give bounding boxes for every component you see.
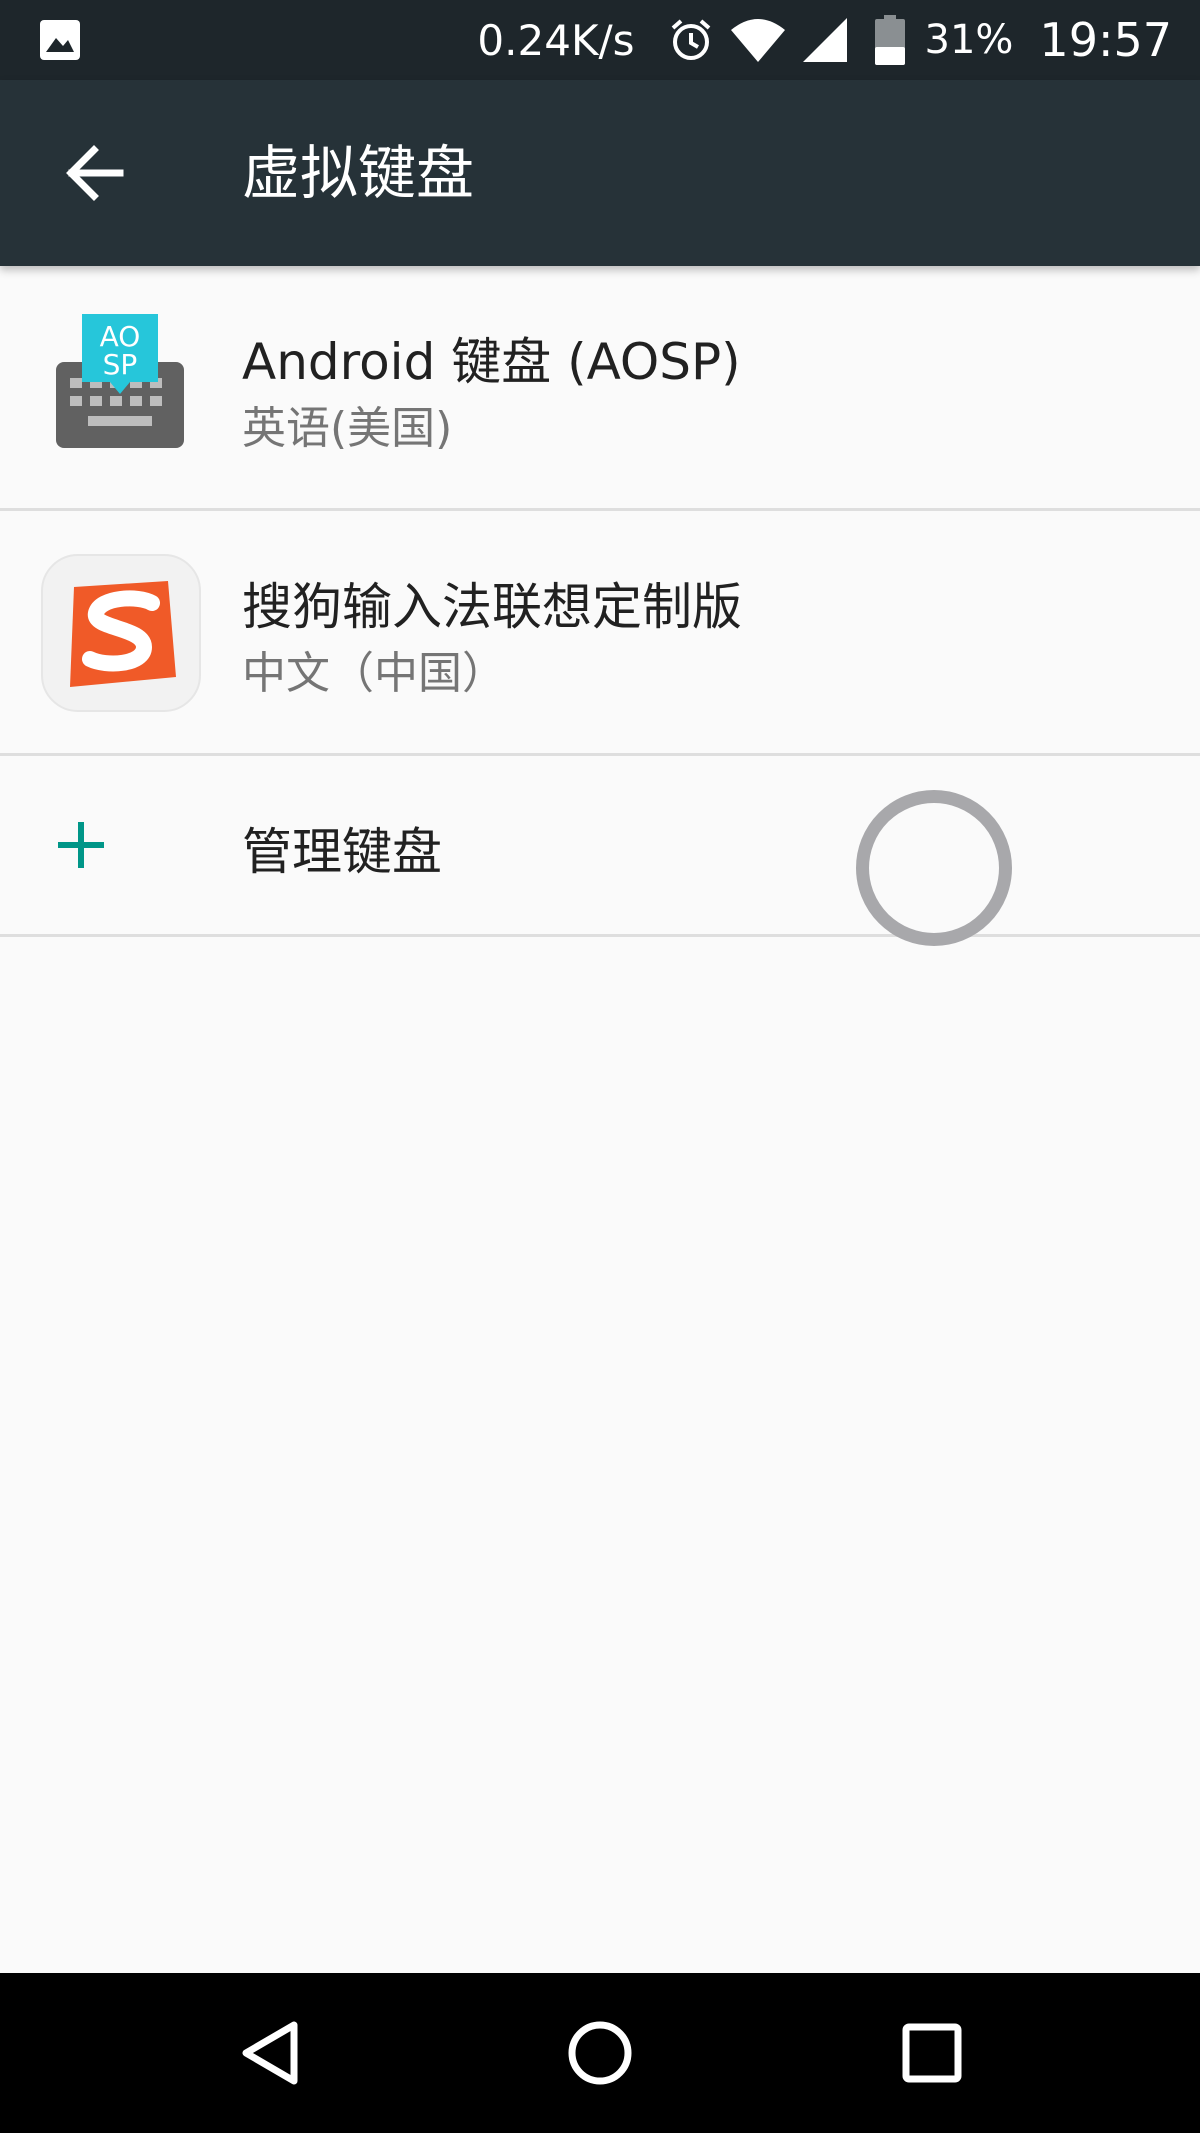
keyboard-subtitle: 英语(美国) xyxy=(242,403,453,454)
navigation-bar xyxy=(0,1973,1200,2133)
keyboard-item-aosp[interactable]: AO SP Android 键盘 (AOSP) 英语(美国) xyxy=(0,266,1200,511)
nav-home-button[interactable] xyxy=(550,2003,650,2103)
touch-indicator xyxy=(856,790,1012,946)
battery-percent: 31% xyxy=(924,17,1014,63)
network-speed: 0.24K/s xyxy=(477,15,635,65)
manage-keyboards-item[interactable]: 管理键盘 xyxy=(0,756,1200,937)
arrow-back-icon xyxy=(66,145,124,201)
app-bar: 虚拟键盘 xyxy=(0,80,1200,266)
keyboard-subtitle: 中文（中国） xyxy=(242,648,506,699)
cell-signal-icon xyxy=(801,16,849,64)
screen: 0.24K/s 31% 19:57 虚拟键盘 AO SP Android 键盘 … xyxy=(0,0,1200,2133)
recents-square-icon xyxy=(902,2023,962,2083)
image-notification-icon xyxy=(38,18,82,66)
page-title: 虚拟键盘 xyxy=(242,139,475,207)
keyboard-title: 搜狗输入法联想定制版 xyxy=(242,578,742,636)
back-triangle-icon xyxy=(242,2021,298,2085)
aosp-keyboard-icon: AO SP xyxy=(54,312,186,456)
wifi-icon xyxy=(729,16,787,64)
alarm-icon xyxy=(667,16,715,64)
keyboard-list: AO SP Android 键盘 (AOSP) 英语(美国) 搜狗输入法联想定制… xyxy=(0,266,1200,937)
manage-keyboards-label: 管理键盘 xyxy=(242,823,442,881)
plus-icon xyxy=(56,820,106,874)
home-circle-icon xyxy=(568,2021,632,2085)
keyboard-item-sogou[interactable]: 搜狗输入法联想定制版 中文（中国） xyxy=(0,511,1200,756)
status-bar: 0.24K/s 31% 19:57 xyxy=(0,0,1200,80)
clock: 19:57 xyxy=(1039,13,1172,67)
svg-text:SP: SP xyxy=(103,348,138,381)
nav-back-button[interactable] xyxy=(220,2003,320,2103)
nav-recents-button[interactable] xyxy=(882,2003,982,2103)
keyboard-title: Android 键盘 (AOSP) xyxy=(242,333,741,391)
status-icons: 0.24K/s 31% 19:57 xyxy=(477,0,1172,80)
back-button[interactable] xyxy=(58,136,132,210)
sogou-icon xyxy=(40,553,202,717)
battery-icon xyxy=(874,15,905,65)
